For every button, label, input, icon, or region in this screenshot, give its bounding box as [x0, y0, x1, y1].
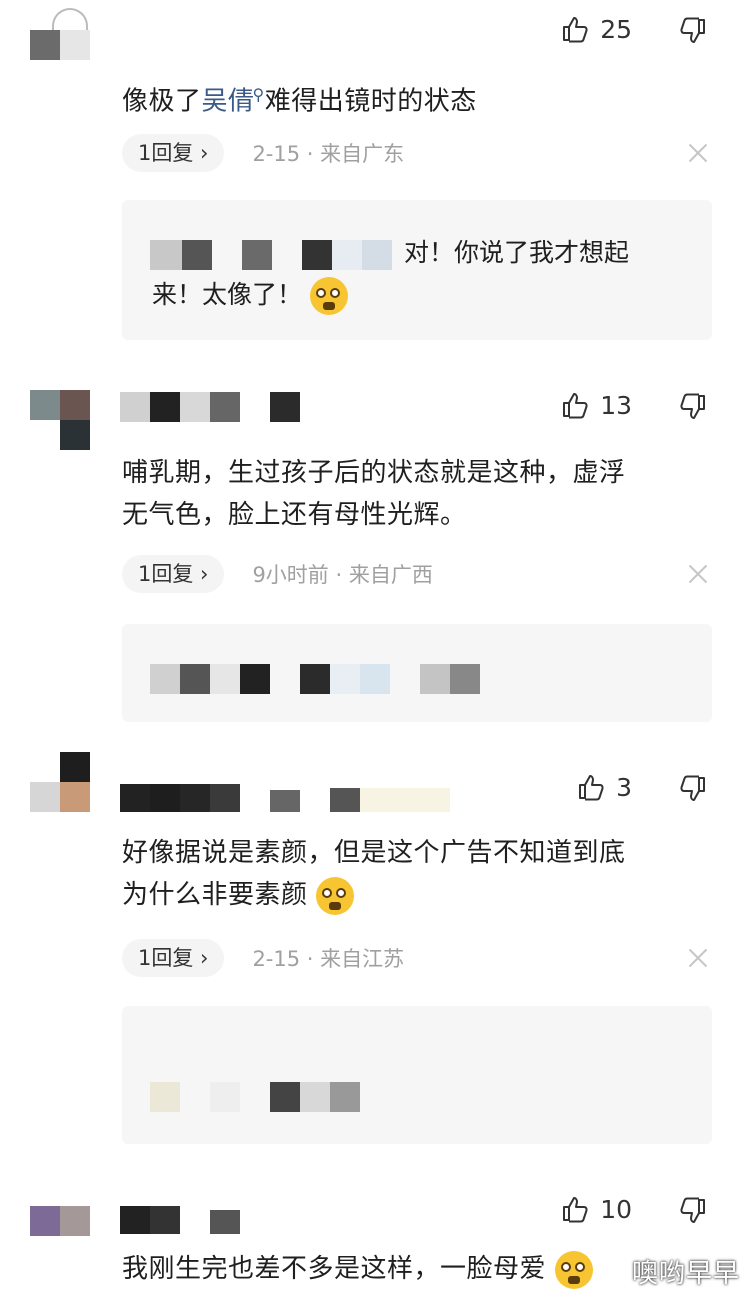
like-count: 25: [600, 14, 632, 44]
dislike-button[interactable]: [678, 392, 708, 426]
thumbs-down-icon: [678, 16, 708, 46]
comment-text: 我刚生完也差不多是这样，一脸母爱: [122, 1248, 712, 1290]
reply-box[interactable]: [122, 1006, 712, 1144]
thumbs-down-icon: [678, 774, 708, 804]
reply-count-button[interactable]: 1回复 ›: [122, 134, 225, 172]
thumbs-up-icon: [560, 1194, 590, 1224]
like-count: 10: [600, 1194, 632, 1224]
reply-text: 对！你说了我才想起: [404, 238, 630, 267]
reply-box[interactable]: [122, 624, 712, 722]
like-button[interactable]: 3: [576, 772, 632, 802]
watermark: 噢哟早早: [631, 1259, 740, 1289]
dislike-button[interactable]: [678, 1196, 708, 1230]
avatar[interactable]: [30, 752, 92, 814]
thumbs-up-icon: [576, 772, 606, 802]
thumbs-up-icon: [560, 390, 590, 420]
comment-text: 像极了吴倩⚲难得出镜时的状态: [122, 85, 477, 117]
like-button[interactable]: 10: [560, 1194, 632, 1224]
thumbs-down-icon: [678, 1196, 708, 1226]
thumbs-up-icon: [560, 14, 590, 44]
search-icon: ⚲: [252, 85, 265, 104]
topic-link[interactable]: 吴倩: [202, 87, 255, 117]
reply-box[interactable]: 对！你说了我才想起 来！太像了！: [122, 200, 712, 340]
like-count: 3: [616, 772, 632, 802]
avatar[interactable]: [30, 0, 92, 62]
emoji-icon: [309, 277, 348, 315]
comment-meta: 1回复 › 2-15 · 来自江苏: [122, 938, 404, 978]
dislike-button[interactable]: [678, 16, 708, 50]
emoji-icon: [316, 876, 355, 915]
avatar[interactable]: [30, 1186, 92, 1248]
comment-meta: 1回复 › 9小时前 · 来自广西: [122, 554, 433, 594]
timestamp-location: 2-15 · 来自江苏: [252, 947, 405, 971]
emoji-icon: [554, 1250, 593, 1289]
comment-text: 好像据说是素颜，但是这个广告不知道到底 为什么非要素颜: [122, 832, 712, 916]
like-count: 13: [600, 390, 632, 420]
timestamp-location: 9小时前 · 来自广西: [252, 563, 433, 587]
thumbs-down-icon: [678, 392, 708, 422]
timestamp-location: 2-15 · 来自广东: [252, 142, 405, 166]
reply-count-button[interactable]: 1回复 ›: [122, 939, 225, 977]
dislike-button[interactable]: [678, 774, 708, 808]
comment-text: 哺乳期，生过孩子后的状态就是这种，虚浮 无气色，脸上还有母性光辉。: [122, 458, 626, 530]
like-button[interactable]: 25: [560, 14, 632, 44]
comment-meta: 1回复 › 2-15 · 来自广东: [122, 133, 404, 173]
close-icon[interactable]: [688, 143, 708, 163]
close-icon[interactable]: [688, 948, 708, 968]
avatar[interactable]: [30, 390, 92, 452]
like-button[interactable]: 13: [560, 390, 632, 420]
reply-count-button[interactable]: 1回复 ›: [122, 555, 225, 593]
close-icon[interactable]: [688, 564, 708, 584]
